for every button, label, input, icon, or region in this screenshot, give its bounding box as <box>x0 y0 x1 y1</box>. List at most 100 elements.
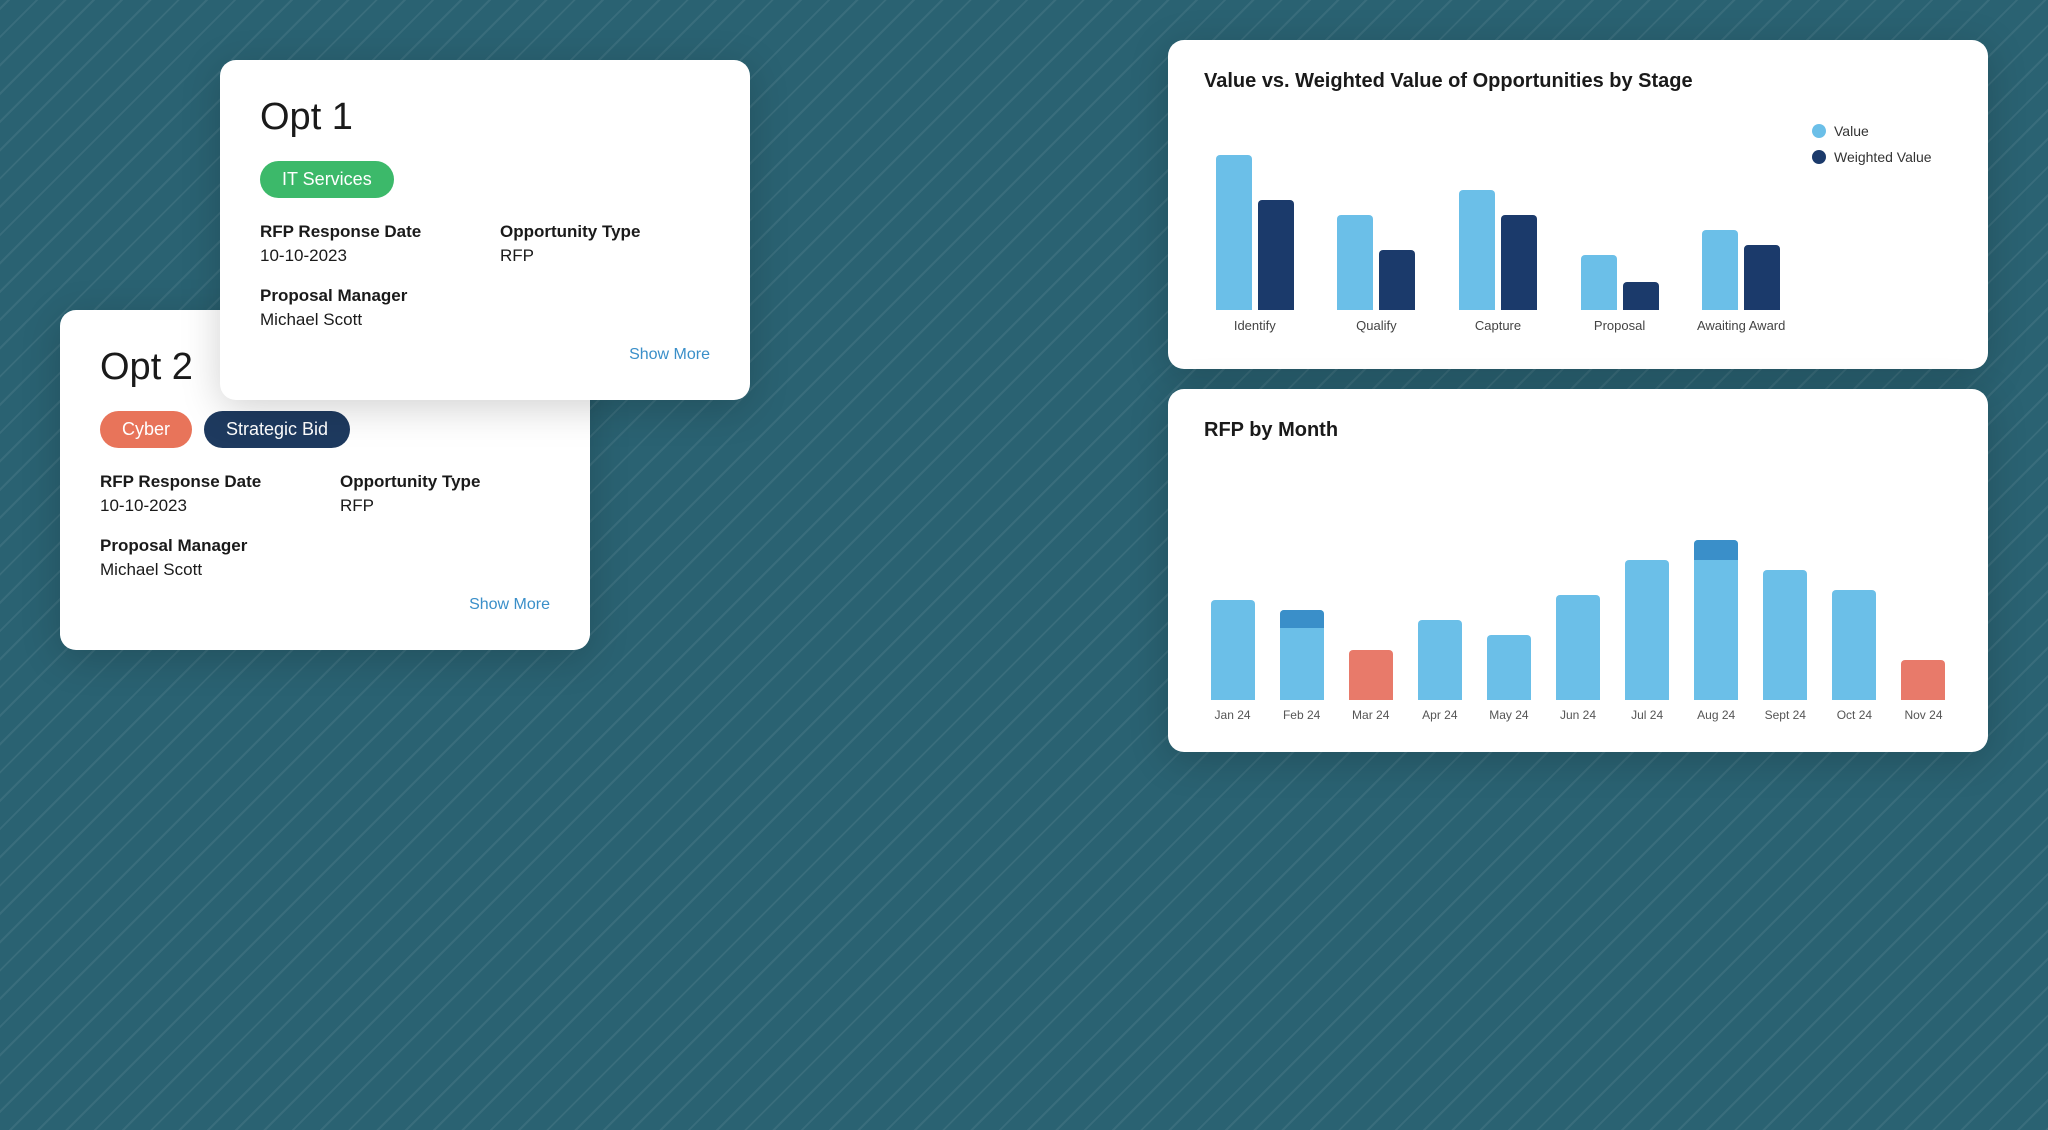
month-group: Jan 24 <box>1204 480 1261 722</box>
proposal-mgr-label: Proposal Manager <box>260 286 470 306</box>
month-group: Nov 24 <box>1895 480 1952 722</box>
proposal-mgr-group: Proposal Manager Michael Scott <box>260 286 470 330</box>
month-label: Apr 24 <box>1422 708 1457 722</box>
month-group: Sept 24 <box>1757 480 1814 722</box>
month-bar-container <box>1487 480 1531 700</box>
month-group: May 24 <box>1480 480 1537 722</box>
opp-type-group: Opportunity Type RFP <box>500 222 710 266</box>
month-bar <box>1694 540 1738 700</box>
bar-group-bars-vw <box>1702 130 1780 310</box>
month-group: Feb 24 <box>1273 480 1330 722</box>
show-more-btn-opt1[interactable]: Show More <box>260 346 710 364</box>
proposal-mgr-label-2: Proposal Manager <box>100 536 310 556</box>
bar-chart-vw: IdentifyQualifyCaptureProposalAwaiting A… <box>1204 113 1792 333</box>
proposal-mgr-value: Michael Scott <box>260 310 470 330</box>
card-opt1-fields: RFP Response Date 10-10-2023 Opportunity… <box>260 222 710 330</box>
rfp-date-label: RFP Response Date <box>260 222 470 242</box>
month-group: Aug 24 <box>1688 480 1745 722</box>
bar-value <box>1337 215 1373 310</box>
cards-area: Opt 1 IT Services RFP Response Date 10-1… <box>60 40 760 760</box>
bar-chart-month: Jan 24 Feb 24 Mar 24 Apr 24 May 24Jun 24 Jul … <box>1204 462 1952 722</box>
rfp-date-group-2: RFP Response Date 10-10-2023 <box>100 472 310 516</box>
month-bar <box>1901 660 1945 700</box>
month-label: Jul 24 <box>1631 708 1663 722</box>
charts-area: Value vs. Weighted Value of Opportunitie… <box>1168 40 1988 752</box>
month-group: Apr 24 <box>1411 480 1468 722</box>
bar-group-vw: Identify <box>1204 130 1306 333</box>
month-bar-container <box>1280 480 1324 700</box>
card-opt1-badges: IT Services <box>260 161 710 198</box>
bar-group-label-vw: Qualify <box>1356 318 1396 333</box>
bar-group-bars-vw <box>1337 130 1415 310</box>
bar-group-label-vw: Proposal <box>1594 318 1645 333</box>
bar-value <box>1216 155 1252 310</box>
bar-group-vw: Awaiting Award <box>1690 130 1792 333</box>
legend-value: Value <box>1812 123 1952 139</box>
opp-type-label: Opportunity Type <box>500 222 710 242</box>
month-bar-cap <box>1280 610 1324 628</box>
bar-group-vw: Proposal <box>1569 130 1671 333</box>
legend-weighted-label: Weighted Value <box>1834 149 1932 165</box>
bar-group-bars-vw <box>1581 130 1659 310</box>
badge-strategic-bid: Strategic Bid <box>204 411 350 448</box>
bar-weighted <box>1501 215 1537 310</box>
bar-weighted <box>1744 245 1780 310</box>
opp-type-label-2: Opportunity Type <box>340 472 550 492</box>
month-group: Oct 24 <box>1826 480 1883 722</box>
month-bar-container <box>1694 480 1738 700</box>
bar-group-vw: Qualify <box>1326 130 1428 333</box>
legend-weighted: Weighted Value <box>1812 149 1952 165</box>
month-bar-container <box>1901 480 1945 700</box>
show-more-btn-opt2[interactable]: Show More <box>100 596 550 614</box>
month-bar-container <box>1763 480 1807 700</box>
badge-cyber: Cyber <box>100 411 192 448</box>
opp-type-value-2: RFP <box>340 496 550 516</box>
rfp-date-value: 10-10-2023 <box>260 246 470 266</box>
legend-value-label: Value <box>1834 123 1869 139</box>
month-bar-container <box>1556 480 1600 700</box>
card-opt1: Opt 1 IT Services RFP Response Date 10-1… <box>220 60 750 400</box>
opp-type-group-2: Opportunity Type RFP <box>340 472 550 516</box>
month-bar <box>1487 635 1531 700</box>
month-label: Mar 24 <box>1352 708 1389 722</box>
chart-vw-title: Value vs. Weighted Value of Opportunitie… <box>1204 70 1952 93</box>
month-bar-cap <box>1694 540 1738 560</box>
month-bar <box>1832 590 1876 700</box>
month-label: Feb 24 <box>1283 708 1320 722</box>
month-bar <box>1280 610 1324 700</box>
bar-value <box>1581 255 1617 310</box>
rfp-date-label-2: RFP Response Date <box>100 472 310 492</box>
month-label: Jan 24 <box>1215 708 1251 722</box>
proposal-mgr-group-2: Proposal Manager Michael Scott <box>100 536 310 580</box>
legend-dot-value <box>1812 124 1826 138</box>
chart-rfp-month-card: RFP by Month Jan 24 Feb 24 Mar 24 Apr 24 May… <box>1168 389 1988 752</box>
bar-group-label-vw: Identify <box>1234 318 1276 333</box>
month-bar <box>1763 570 1807 700</box>
month-bar <box>1625 560 1669 700</box>
month-label: Aug 24 <box>1697 708 1735 722</box>
bar-weighted <box>1379 250 1415 310</box>
bar-group-bars-vw <box>1216 130 1294 310</box>
month-group: Mar 24 <box>1342 480 1399 722</box>
month-bar <box>1418 620 1462 700</box>
rfp-date-group: RFP Response Date 10-10-2023 <box>260 222 470 266</box>
month-label: Sept 24 <box>1765 708 1806 722</box>
chart-vw-inner: IdentifyQualifyCaptureProposalAwaiting A… <box>1204 113 1952 333</box>
month-bar-container <box>1625 480 1669 700</box>
month-bar-container <box>1832 480 1876 700</box>
month-group: Jun 24 <box>1549 480 1606 722</box>
month-bar-container <box>1349 480 1393 700</box>
chart-vw-legend: Value Weighted Value <box>1812 113 1952 333</box>
bar-group-bars-vw <box>1459 130 1537 310</box>
month-group: Jul 24 <box>1619 480 1676 722</box>
legend-dot-weighted <box>1812 150 1826 164</box>
rfp-month-title: RFP by Month <box>1204 419 1952 442</box>
month-bar <box>1349 650 1393 700</box>
opp-type-value: RFP <box>500 246 710 266</box>
badge-it-services: IT Services <box>260 161 394 198</box>
card-opt2-fields: RFP Response Date 10-10-2023 Opportunity… <box>100 472 550 580</box>
chart-vw-card: Value vs. Weighted Value of Opportunitie… <box>1168 40 1988 369</box>
bar-weighted <box>1258 200 1294 310</box>
bar-value <box>1459 190 1495 310</box>
month-bar-container <box>1418 480 1462 700</box>
